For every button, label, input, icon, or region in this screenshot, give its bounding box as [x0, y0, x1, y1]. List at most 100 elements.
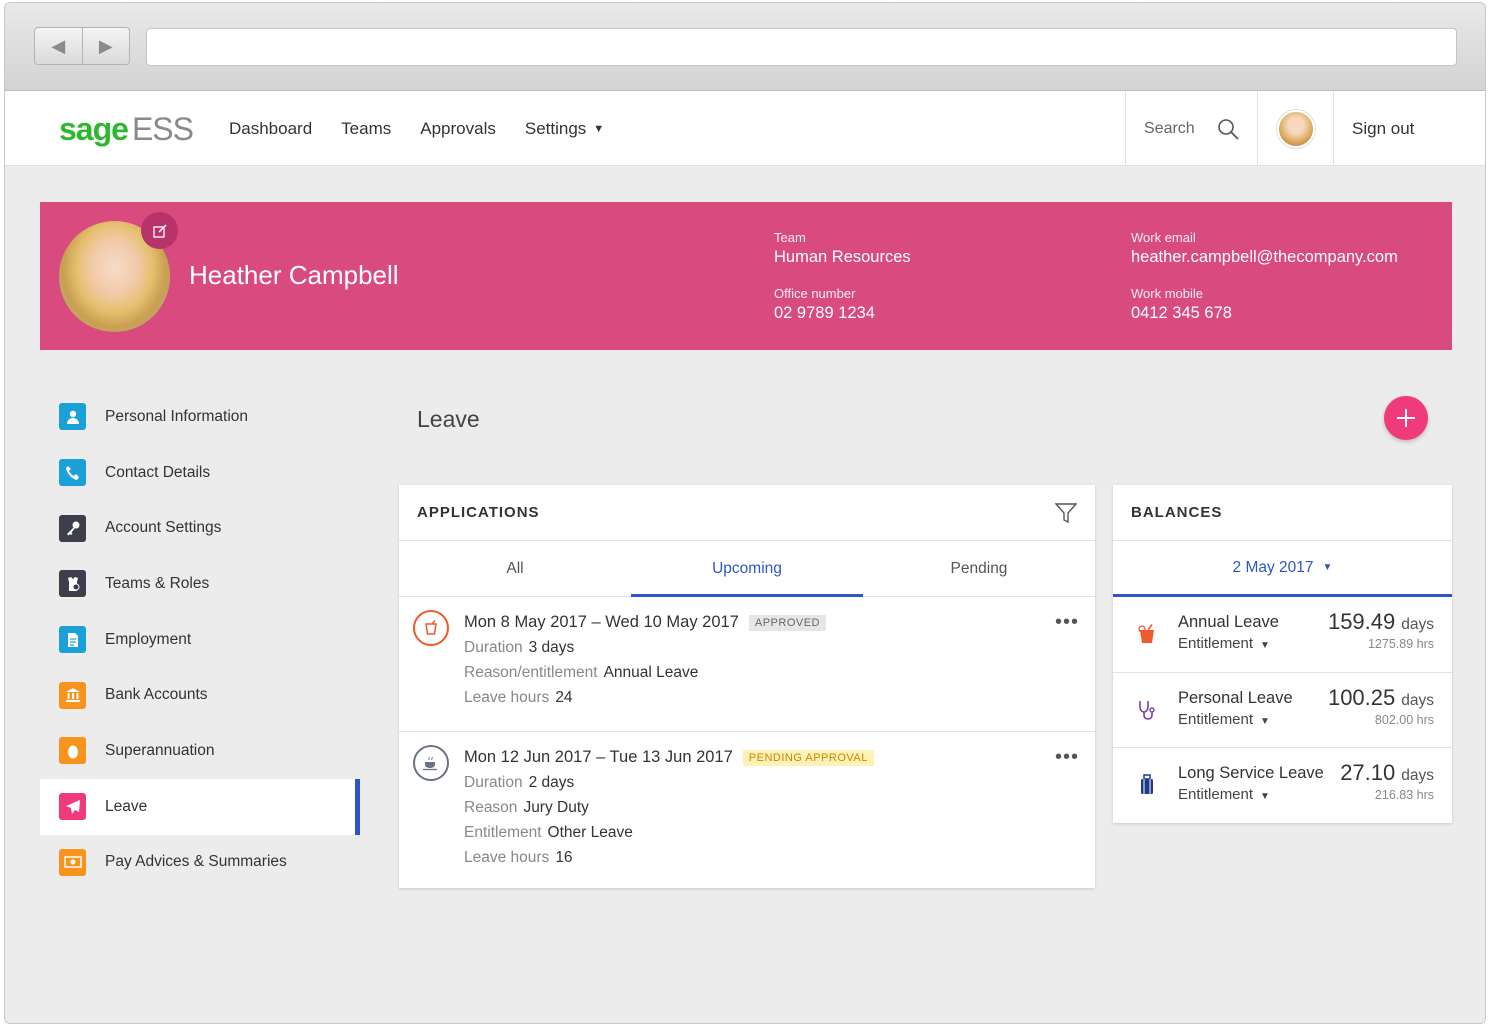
logo-ess: ESS: [131, 111, 194, 147]
more-options-icon[interactable]: •••: [1055, 611, 1079, 634]
key-icon: [59, 514, 86, 542]
right-nav: Search Sign out: [1125, 91, 1485, 166]
person-icon: [59, 403, 86, 431]
duration-label: Duration: [464, 639, 523, 656]
hours-value: 16: [555, 849, 573, 866]
sidebar-item-label: Bank Accounts: [105, 686, 208, 704]
applications-card: APPLICATIONS All Upcoming Pending Mon 8 …: [399, 485, 1095, 888]
filter-icon[interactable]: [1055, 502, 1077, 524]
sidebar-item-account-settings[interactable]: Account Settings: [40, 500, 360, 556]
tab-all[interactable]: All: [399, 541, 631, 596]
balance-hours: 1275.89 hrs: [1367, 637, 1434, 651]
search-box[interactable]: Search: [1125, 91, 1257, 166]
reason-value: Annual Leave: [603, 664, 699, 681]
application-dates: Mon 12 Jun 2017 – Tue 13 Jun 2017: [464, 748, 733, 766]
hours-value: 24: [555, 689, 573, 706]
balance-days: 100.25: [1327, 684, 1396, 710]
page-title: Leave: [417, 406, 480, 432]
sign-out-link[interactable]: Sign out: [1333, 91, 1485, 166]
entitlement-label: Entitlement: [1178, 635, 1254, 652]
search-label: Search: [1144, 119, 1195, 137]
document-icon: [59, 626, 86, 654]
reason-label: Reason: [464, 799, 518, 816]
money-icon: [59, 848, 86, 876]
suitcase-icon: [1134, 772, 1160, 798]
nav-dashboard[interactable]: Dashboard: [229, 119, 312, 139]
reason-value: Jury Duty: [523, 799, 589, 816]
sidebar-item-label: Personal Information: [105, 407, 249, 425]
add-leave-button[interactable]: [1384, 396, 1428, 440]
forward-icon[interactable]: ▶: [83, 28, 130, 64]
phone-icon: [59, 459, 86, 487]
address-bar[interactable]: [146, 28, 1457, 66]
reason-label: Reason/entitlement: [464, 664, 598, 681]
edit-photo-icon[interactable]: [141, 212, 178, 249]
balance-date: 2 May 2017: [1232, 558, 1314, 576]
nav-settings-label: Settings: [524, 118, 587, 138]
balance-row: Annual Leave Entitlement ▼ 159.49 days 127…: [1113, 597, 1452, 673]
sidebar-item-bank-accounts[interactable]: Bank Accounts: [40, 667, 360, 723]
application-item[interactable]: Mon 8 May 2017 – Wed 10 May 2017 APPROVE…: [399, 597, 1095, 732]
bank-icon: [59, 681, 86, 709]
user-avatar-button[interactable]: [1257, 91, 1333, 166]
main-menu: Dashboard Teams Approvals Settings ▼: [229, 91, 604, 166]
logo[interactable]: sage ESS: [59, 111, 194, 148]
tab-upcoming[interactable]: Upcoming: [631, 541, 863, 597]
balance-date-dropdown[interactable]: 2 May 2017 ▼: [1113, 541, 1452, 597]
balance-unit: days: [1401, 767, 1434, 785]
application-item[interactable]: Mon 12 Jun 2017 – Tue 13 Jun 2017 PENDIN…: [399, 732, 1095, 887]
sidebar-item-label: Teams & Roles: [105, 574, 210, 592]
duration-value: 3 days: [528, 639, 575, 656]
sidebar-item-label: Pay Advices & Summaries: [105, 853, 287, 871]
sidebar-item-label: Employment: [105, 630, 192, 648]
caret-down-icon: ▼: [593, 122, 605, 135]
entitlement-value: Other Leave: [547, 824, 633, 841]
sidebar-item-superannuation[interactable]: Superannuation: [40, 723, 360, 779]
mobile-value: 0412 345 678: [1131, 304, 1232, 322]
application-dates: Mon 8 May 2017 – Wed 10 May 2017: [464, 613, 739, 631]
drink-icon: [1134, 621, 1160, 647]
drink-icon: [413, 610, 449, 646]
egg-icon: [59, 737, 86, 765]
sidebar-item-employment[interactable]: Employment: [40, 612, 360, 668]
top-navigation: sage ESS Dashboard Teams Approvals Settin…: [5, 91, 1485, 166]
office-label: Office number: [774, 286, 856, 301]
nav-teams[interactable]: Teams: [341, 119, 391, 139]
caret-down-icon: ▼: [1322, 562, 1333, 573]
hours-label: Leave hours: [464, 689, 550, 706]
browser-window: ◀ ▶ sage ESS Dashboard Teams Approvals Se…: [4, 2, 1486, 1024]
badge-icon: [59, 570, 86, 598]
status-badge: PENDING APPROVAL: [742, 749, 874, 766]
applications-tabs: All Upcoming Pending: [399, 541, 1095, 597]
sidebar-item-label: Leave: [105, 797, 148, 815]
nav-settings[interactable]: Settings ▼: [525, 119, 604, 139]
sidebar-item-pay-advices[interactable]: Pay Advices & Summaries: [40, 835, 360, 891]
tab-pending[interactable]: Pending: [863, 541, 1095, 596]
back-icon[interactable]: ◀: [35, 28, 83, 64]
balance-unit: days: [1401, 691, 1434, 709]
sidebar-item-teams-roles[interactable]: Teams & Roles: [40, 556, 360, 612]
history-buttons: ◀ ▶: [34, 27, 130, 65]
entitlement-label: Entitlement: [1178, 786, 1254, 804]
nav-approvals[interactable]: Approvals: [420, 119, 496, 139]
stethoscope-icon: [1134, 697, 1160, 723]
balance-hours: 802.00 hrs: [1374, 712, 1434, 727]
sidebar-item-personal-information[interactable]: Personal Information: [40, 389, 360, 445]
balances-title: BALANCES: [1131, 504, 1223, 521]
sidebar-item-contact-details[interactable]: Contact Details: [40, 445, 360, 501]
sidebar-item-leave[interactable]: Leave: [40, 778, 360, 835]
email-value: heather.campbell@thecompany.com: [1131, 248, 1398, 266]
sidebar-item-label: Account Settings: [105, 519, 222, 537]
duration-label: Duration: [464, 774, 523, 791]
avatar: [1276, 109, 1315, 148]
plane-icon: [59, 793, 86, 821]
balances-card: BALANCES 2 May 2017 ▼ Annual Leave Entit…: [1113, 485, 1452, 823]
plus-icon: [1397, 409, 1415, 427]
more-options-icon[interactable]: •••: [1055, 746, 1079, 769]
applications-title: APPLICATIONS: [417, 504, 540, 521]
mobile-label: Work mobile: [1131, 286, 1204, 301]
balance-row: Personal Leave Entitlement ▼ 100.25 days 8…: [1113, 673, 1452, 749]
browser-chrome: ◀ ▶: [5, 3, 1485, 91]
entitlement-label: Entitlement: [1178, 710, 1254, 728]
caret-down-icon: ▼: [1260, 791, 1270, 803]
